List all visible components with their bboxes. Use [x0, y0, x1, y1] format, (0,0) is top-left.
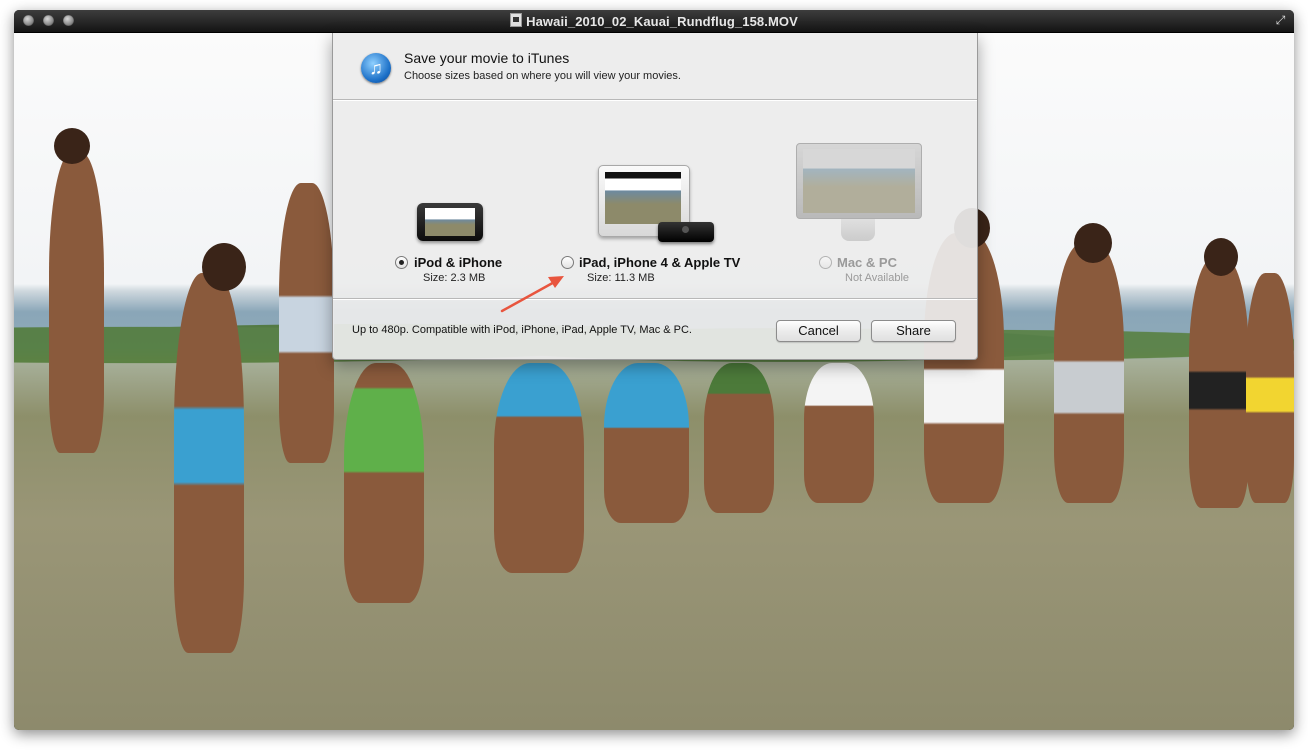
divider	[333, 99, 977, 101]
video-dancer	[279, 183, 334, 463]
video-dancer	[1054, 243, 1124, 503]
video-dancer	[174, 273, 244, 653]
video-dancer-head	[202, 243, 246, 291]
video-dancer-head	[1204, 238, 1238, 276]
sheet-title: Save your movie to iTunes	[404, 50, 570, 66]
video-dancer	[1189, 258, 1249, 508]
video-dancer	[804, 363, 874, 503]
share-button[interactable]: Share	[871, 320, 956, 342]
save-to-itunes-sheet: ♫ Save your movie to iTunes Choose sizes…	[332, 33, 978, 360]
movie-file-icon	[510, 13, 523, 27]
option-size: Size: 11.3 MB	[587, 272, 655, 284]
option-label: iPad, iPhone 4 & Apple TV	[579, 255, 741, 270]
video-dancer	[494, 363, 584, 573]
fullscreen-icon[interactable]: ⤢	[1274, 14, 1287, 27]
divider	[333, 298, 977, 300]
video-dancer	[1246, 273, 1294, 503]
window-title-text: Hawaii_2010_02_Kauai_Rundflug_158.MOV	[526, 14, 798, 29]
video-dancer-head	[54, 128, 90, 164]
video-dancer	[344, 363, 424, 603]
option-ipad-iphone4-appletv[interactable]: iPad, iPhone 4 & Apple TV Size: 11.3 MB	[561, 255, 761, 289]
video-dancer	[604, 363, 689, 523]
title-bar[interactable]: Hawaii_2010_02_Kauai_Rundflug_158.MOV ⤢	[14, 10, 1294, 33]
ipod-iphone-device-icon	[417, 203, 483, 241]
video-dancer-head	[1074, 223, 1112, 263]
video-dancer	[49, 153, 104, 453]
video-dancer	[704, 363, 774, 513]
itunes-icon: ♫	[361, 53, 391, 83]
cancel-button[interactable]: Cancel	[776, 320, 861, 342]
sheet-subtitle: Choose sizes based on where you will vie…	[404, 70, 681, 82]
radio-ipod-iphone[interactable]	[395, 256, 408, 269]
window-title: Hawaii_2010_02_Kauai_Rundflug_158.MOV	[14, 13, 1294, 29]
option-mac-pc: Mac & PC Not Available	[819, 255, 929, 289]
option-size: Size: 2.3 MB	[423, 272, 486, 284]
annotation-arrow	[500, 276, 564, 313]
radio-mac-pc	[819, 256, 832, 269]
option-label: Mac & PC	[837, 255, 897, 270]
imac-stand	[841, 219, 875, 241]
quicktime-window: Hawaii_2010_02_Kauai_Rundflug_158.MOV ⤢ …	[14, 10, 1294, 730]
compatibility-text: Up to 480p. Compatible with iPod, iPhone…	[352, 324, 692, 336]
imac-device-icon	[796, 143, 922, 219]
apple-tv-device-icon	[658, 222, 714, 242]
option-size: Not Available	[845, 272, 910, 284]
